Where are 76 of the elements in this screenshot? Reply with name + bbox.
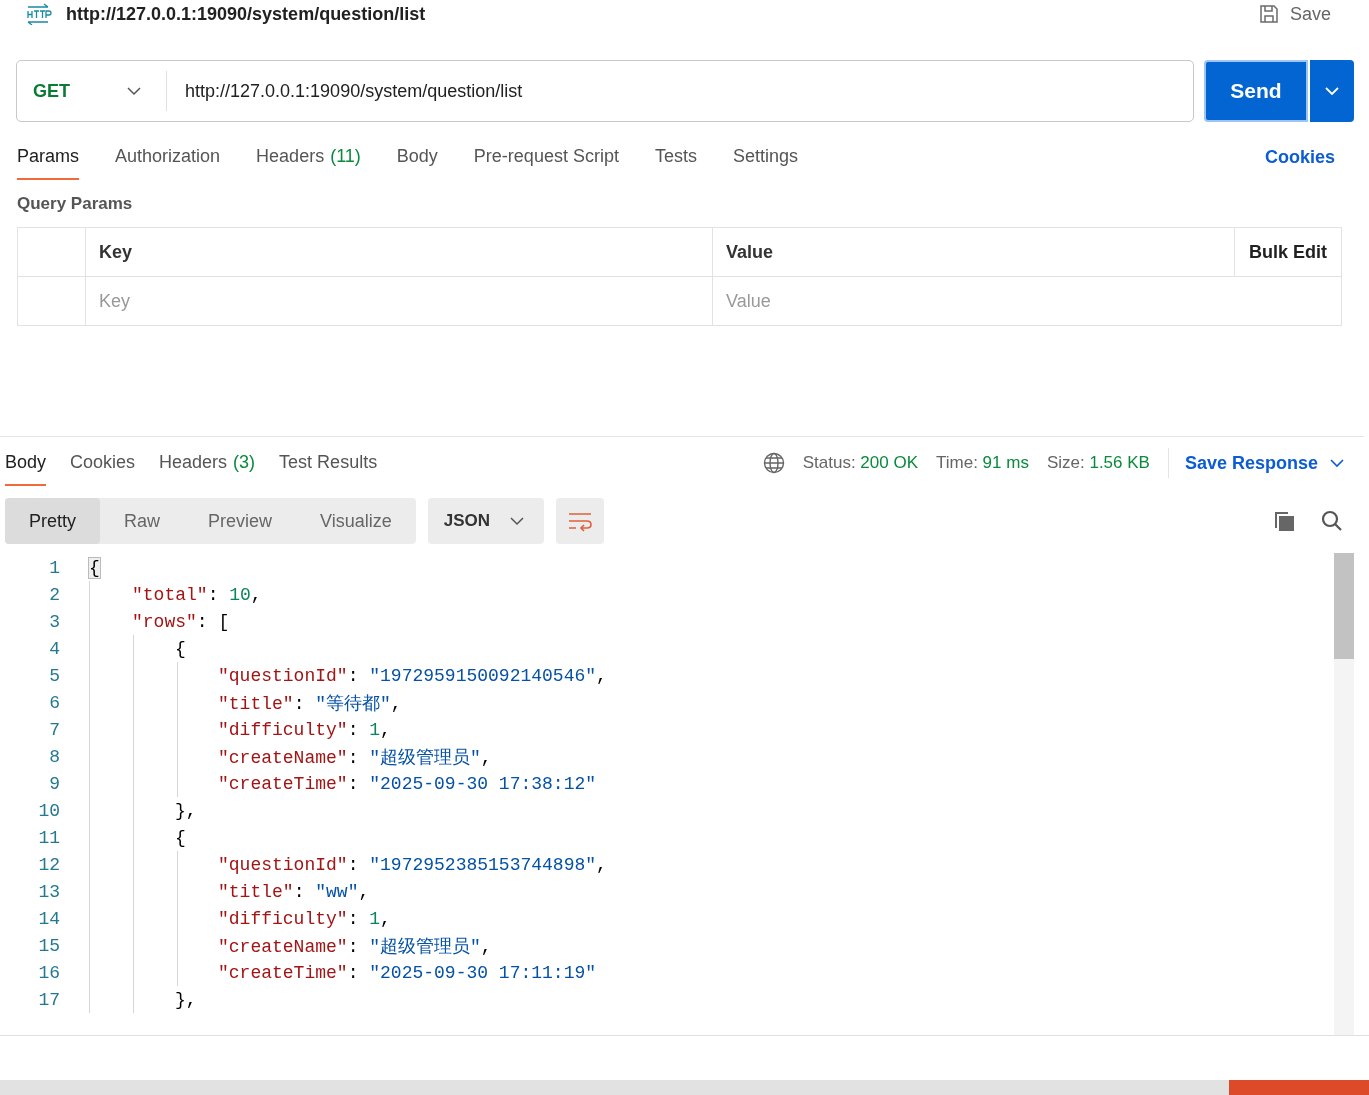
line-number: 16 xyxy=(37,962,60,983)
code-line: { xyxy=(175,827,186,848)
code-line: "questionId": "1972959150092140546", xyxy=(218,665,607,686)
line-number: 4 xyxy=(48,638,60,659)
line-number: 12 xyxy=(37,854,60,875)
line-number: 2 xyxy=(48,584,60,605)
code-line: "createName": "超级管理员", xyxy=(218,746,492,769)
http-icon xyxy=(24,3,52,25)
response-tab[interactable]: Body xyxy=(5,440,47,486)
code-line: "title": "ww", xyxy=(218,881,370,902)
code-line: "difficulty": 1, xyxy=(218,908,391,929)
request-tab[interactable]: Pre-request Script xyxy=(473,134,619,180)
code-line: "difficulty": 1, xyxy=(218,719,391,740)
send-button[interactable]: Send xyxy=(1204,60,1308,122)
chevron-down-icon xyxy=(126,86,142,96)
scrollbar[interactable] xyxy=(1334,553,1354,1035)
code-line: "total": 10, xyxy=(132,584,262,605)
response-stat: Time: 91 ms xyxy=(936,453,1029,473)
line-number: 1 xyxy=(48,557,60,578)
request-tab[interactable]: Params xyxy=(17,134,79,180)
response-tab[interactable]: Cookies xyxy=(70,440,136,486)
code-line: "rows": [ xyxy=(132,611,230,632)
line-number: 3 xyxy=(48,611,60,632)
save-button[interactable]: Save xyxy=(1257,3,1331,25)
url-input[interactable]: http://127.0.0.1:19090/system/question/list xyxy=(185,80,523,102)
chevron-down-icon xyxy=(1324,86,1340,96)
request-tab[interactable]: Body xyxy=(396,134,438,180)
request-tab[interactable]: Settings xyxy=(732,134,798,180)
line-number: 13 xyxy=(37,881,60,902)
chevron-down-icon xyxy=(510,516,525,526)
code-line: }, xyxy=(175,989,197,1010)
view-mode-tab[interactable]: Pretty xyxy=(5,498,100,544)
wrap-lines-button[interactable] xyxy=(556,498,605,544)
line-number: 8 xyxy=(48,746,60,767)
globe-icon[interactable] xyxy=(762,452,785,474)
request-tab[interactable]: Authorization xyxy=(115,134,221,180)
code-line: { xyxy=(175,638,186,659)
response-tab[interactable]: Test Results xyxy=(279,440,378,486)
format-dropdown[interactable]: JSON xyxy=(427,498,545,544)
search-icon[interactable] xyxy=(1320,509,1344,533)
wrap-lines-icon xyxy=(567,510,594,532)
code-line: "questionId": "1972952385153744898", xyxy=(218,854,607,875)
line-number: 10 xyxy=(37,800,60,821)
column-header: Value xyxy=(713,228,1235,276)
chevron-down-icon xyxy=(1330,458,1344,468)
line-number: 9 xyxy=(48,773,60,794)
view-mode-tab[interactable]: Raw xyxy=(100,498,185,544)
url-bar[interactable]: GET http://127.0.0.1:19090/system/question/list xyxy=(16,60,1194,122)
line-number: 7 xyxy=(48,719,60,740)
request-tab[interactable]: Headers (11) xyxy=(256,134,361,180)
copy-icon[interactable] xyxy=(1272,509,1296,533)
code-line: }, xyxy=(175,800,197,821)
request-tab[interactable]: Tests xyxy=(654,134,697,180)
code-line: "createTime": "2025-09-30 17:38:12" xyxy=(218,773,597,794)
save-response-button[interactable]: Save Response xyxy=(1184,452,1344,474)
code-line: "createTime": "2025-09-30 17:11:19" xyxy=(218,962,597,983)
response-stat: Size: 1.56 KB xyxy=(1046,453,1150,473)
response-tab[interactable]: Headers (3) xyxy=(159,440,256,486)
response-stat: Status: 200 OK xyxy=(802,453,918,473)
view-mode-tab[interactable]: Visualize xyxy=(296,498,416,544)
bulk-edit-button[interactable]: Bulk Edit xyxy=(1235,228,1341,276)
code-line: "title": "等待都", xyxy=(218,692,402,715)
request-title: http://127.0.0.1:19090/system/question/list xyxy=(66,3,426,25)
line-number: 5 xyxy=(48,665,60,686)
cookies-link[interactable]: Cookies xyxy=(1264,146,1335,168)
line-number: 15 xyxy=(37,935,60,956)
line-number: 14 xyxy=(37,908,60,929)
line-number: 6 xyxy=(48,692,60,713)
view-mode-tab[interactable]: Preview xyxy=(184,498,297,544)
code-line: "createName": "超级管理员", xyxy=(218,935,492,958)
method-dropdown[interactable]: GET xyxy=(17,71,167,111)
column-header: Key xyxy=(86,228,713,276)
section-title: Query Params xyxy=(17,194,134,214)
line-number: 17 xyxy=(37,989,60,1010)
scrollbar-thumb[interactable] xyxy=(1334,553,1354,659)
line-number: 11 xyxy=(37,827,60,848)
